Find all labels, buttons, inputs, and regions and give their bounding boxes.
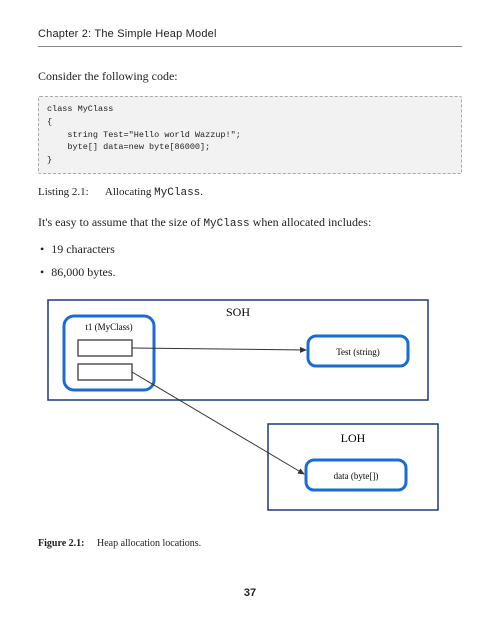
intro-paragraph: Consider the following code: — [38, 69, 462, 84]
test-label: Test (string) — [336, 347, 380, 357]
code-block: class MyClass { string Test="Hello world… — [38, 96, 462, 174]
data-label: data (byte[]) — [334, 471, 379, 481]
t1-label: t1 (MyClass) — [85, 322, 132, 332]
assume-code: MyClass — [203, 218, 249, 230]
loh-label: LOH — [341, 431, 366, 445]
page-number: 37 — [0, 587, 500, 599]
heap-diagram: SOH t1 (MyClass) Test (string) LOH data … — [38, 294, 462, 524]
assume-line: It's easy to assume that the size of MyC… — [38, 215, 462, 230]
figure-caption-text: Heap allocation locations. — [97, 538, 201, 549]
listing-caption-suffix: . — [200, 186, 203, 198]
figure-caption: Figure 2.1: Heap allocation locations. — [38, 538, 462, 549]
listing-caption-code: MyClass — [154, 187, 200, 199]
list-item: 86,000 bytes. — [38, 265, 462, 280]
listing-caption: Listing 2.1: Allocating MyClass. — [38, 186, 462, 199]
assume-prefix: It's easy to assume that the size of — [38, 215, 203, 229]
listing-label: Listing 2.1: — [38, 186, 89, 198]
soh-label: SOH — [226, 305, 250, 319]
figure-label: Figure 2.1: — [38, 538, 84, 549]
chapter-header: Chapter 2: The Simple Heap Model — [38, 28, 462, 47]
list-item: 19 characters — [38, 242, 462, 257]
listing-caption-prefix: Allocating — [105, 186, 154, 198]
assume-suffix: when allocated includes: — [250, 215, 372, 229]
